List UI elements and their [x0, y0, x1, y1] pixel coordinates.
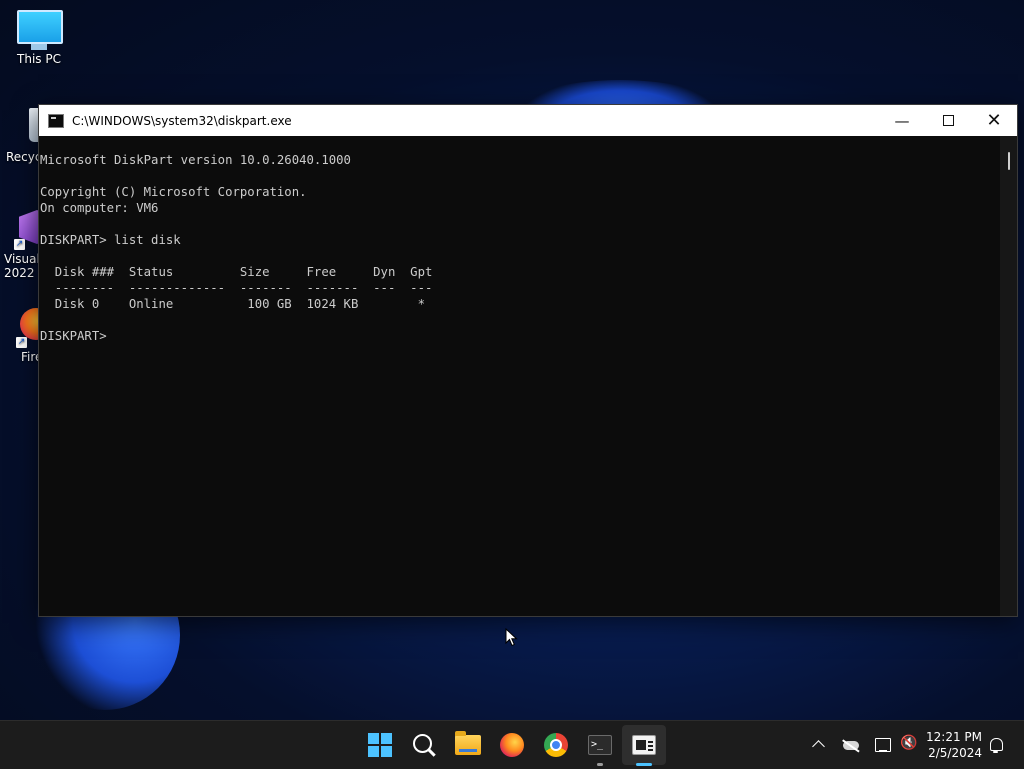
console-window-icon	[632, 735, 656, 755]
volume-status[interactable]: 🔇	[900, 735, 917, 751]
cloud-offline-icon	[843, 741, 859, 750]
desktop-icon-firefox[interactable]: ↗ Fire	[0, 308, 42, 364]
console-output[interactable]: Microsoft DiskPart version 10.0.26040.10…	[39, 136, 1000, 616]
taskbar-firefox[interactable]	[498, 731, 526, 759]
clock-time: 12:21 PM	[926, 730, 982, 744]
shortcut-arrow-icon: ↗	[16, 337, 27, 348]
diskpart-console-window[interactable]: C:\WINDOWS\system32\diskpart.exe — ✕ Mic…	[38, 104, 1018, 617]
vertical-scrollbar[interactable]	[1000, 136, 1017, 616]
scrollbar-thumb[interactable]	[1008, 152, 1010, 170]
maximize-icon	[942, 115, 954, 126]
volume-muted-icon: 🔇	[900, 735, 918, 751]
show-hidden-icons-button[interactable]	[812, 740, 825, 753]
console-text: Microsoft DiskPart version 10.0.26040.10…	[40, 153, 433, 343]
network-status[interactable]	[875, 738, 891, 752]
close-button[interactable]: ✕	[971, 105, 1017, 136]
maximize-button[interactable]	[925, 105, 971, 136]
taskbar-chrome[interactable]	[542, 731, 570, 759]
terminal-icon: >_	[588, 735, 612, 755]
onedrive-status[interactable]	[843, 741, 859, 750]
shortcut-arrow-icon: ↗	[14, 239, 25, 250]
taskbar-terminal[interactable]: >_	[586, 731, 614, 759]
monitor-icon	[17, 10, 63, 50]
minimize-button[interactable]: —	[879, 105, 925, 136]
taskbar: >_ 🔇 12:21 PM 2/5/2024	[0, 720, 1024, 769]
desktop-icon-label: Fire	[21, 350, 42, 364]
mouse-pointer-icon	[505, 628, 518, 647]
bell-icon	[990, 738, 1003, 753]
desktop-icon-label: This PC	[17, 52, 61, 66]
taskbar-diskpart[interactable]	[630, 731, 658, 759]
window-titlebar[interactable]: C:\WINDOWS\system32\diskpart.exe — ✕	[39, 105, 1017, 136]
desktop-icon-visual-studio[interactable]: ↗ Visual 2022 P	[0, 210, 42, 280]
taskbar-file-explorer[interactable]	[454, 731, 482, 759]
clock-date: 2/5/2024	[928, 746, 982, 760]
search-icon	[412, 733, 432, 753]
chrome-icon	[544, 733, 568, 757]
desktop-icon-this-pc[interactable]: This PC	[4, 10, 74, 66]
running-indicator	[597, 763, 603, 766]
network-icon	[875, 738, 891, 752]
windows-logo-icon	[368, 733, 392, 757]
taskbar-search-button[interactable]	[410, 731, 438, 759]
close-icon: ✕	[986, 110, 1002, 131]
taskbar-start-button[interactable]	[366, 731, 394, 759]
firefox-icon	[500, 733, 524, 757]
chevron-up-icon	[812, 740, 825, 753]
notifications-button[interactable]	[990, 738, 1003, 753]
clock[interactable]: 12:21 PM 2/5/2024	[924, 729, 982, 761]
window-title: C:\WINDOWS\system32\diskpart.exe	[72, 113, 292, 128]
minimize-icon: —	[894, 111, 910, 130]
folder-icon	[455, 731, 481, 755]
active-running-indicator	[636, 763, 652, 766]
console-window-icon	[48, 113, 64, 128]
desktop-icon-label: Visual 2022 P	[4, 252, 42, 280]
